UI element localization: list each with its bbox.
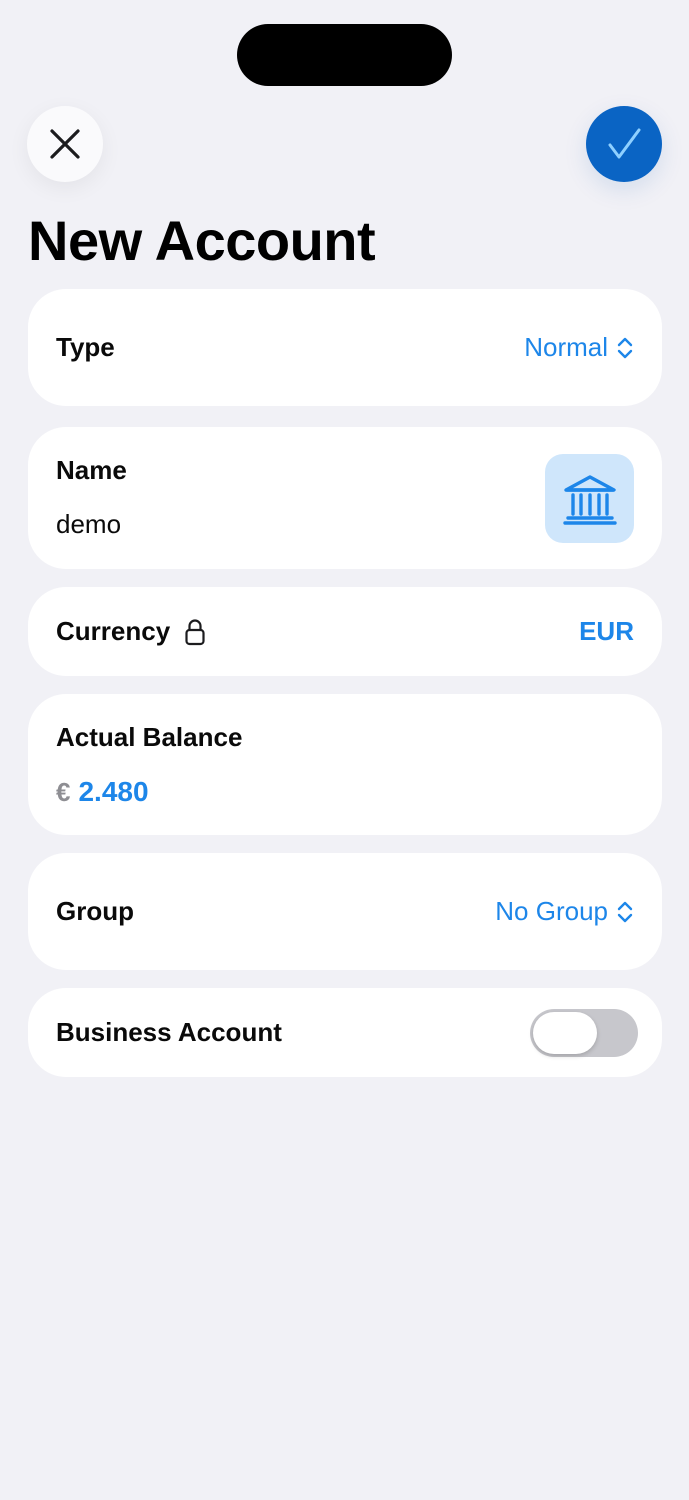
type-card[interactable]: Type Normal bbox=[28, 289, 662, 406]
name-card: Name demo bbox=[28, 427, 662, 569]
toggle-knob bbox=[533, 1011, 597, 1054]
currency-card: Currency EUR bbox=[28, 587, 662, 676]
group-label: Group bbox=[56, 896, 134, 926]
business-toggle[interactable] bbox=[530, 1008, 638, 1057]
balance-label: Actual Balance bbox=[56, 722, 243, 752]
page-title: New Account bbox=[28, 209, 376, 272]
currency-symbol: € bbox=[56, 777, 71, 807]
lock-icon bbox=[185, 618, 205, 645]
close-button[interactable] bbox=[27, 106, 103, 182]
account-icon-button[interactable] bbox=[545, 454, 634, 543]
group-card[interactable]: Group No Group bbox=[28, 853, 662, 970]
confirm-button[interactable] bbox=[586, 106, 662, 182]
name-label: Name bbox=[56, 455, 127, 485]
name-field[interactable]: demo bbox=[56, 509, 121, 540]
dynamic-island bbox=[237, 24, 452, 86]
balance-field[interactable]: € 2.480 bbox=[56, 776, 149, 808]
currency-label: Currency bbox=[56, 616, 171, 646]
type-value: Normal bbox=[524, 332, 608, 362]
group-value: No Group bbox=[495, 896, 608, 926]
currency-value: EUR bbox=[579, 616, 634, 646]
chevron-up-down-icon bbox=[617, 337, 633, 358]
close-icon bbox=[50, 129, 80, 159]
business-card: Business Account bbox=[28, 988, 662, 1077]
business-label: Business Account bbox=[56, 1017, 282, 1047]
balance-card: Actual Balance € 2.480 bbox=[28, 694, 662, 835]
checkmark-icon bbox=[608, 128, 641, 159]
type-label: Type bbox=[56, 332, 115, 362]
group-picker[interactable]: No Group bbox=[495, 896, 634, 927]
type-picker[interactable]: Normal bbox=[524, 332, 634, 363]
balance-amount: 2.480 bbox=[78, 776, 149, 807]
chevron-up-down-icon bbox=[617, 901, 633, 922]
bank-icon bbox=[562, 474, 617, 525]
